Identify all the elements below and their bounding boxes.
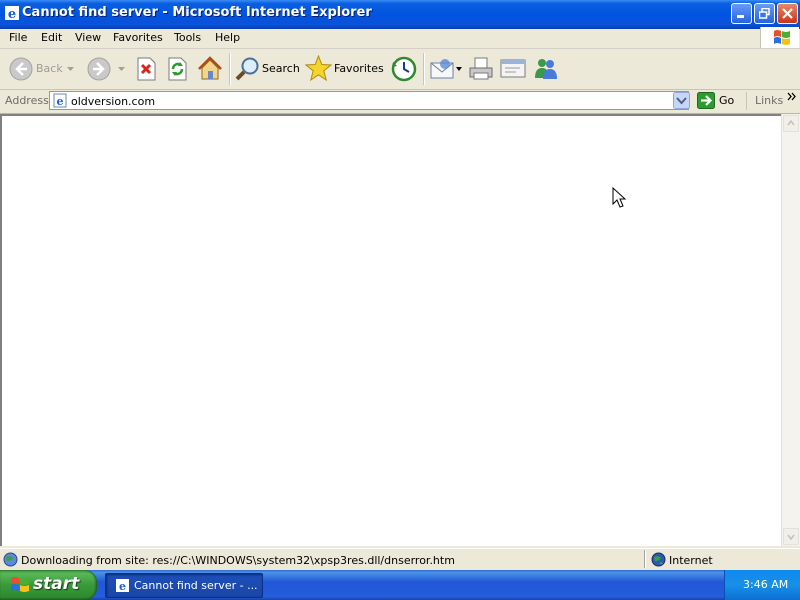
vertical-scrollbar[interactable] [781, 114, 800, 546]
scroll-down-icon [787, 534, 795, 541]
scroll-down-button[interactable] [783, 528, 799, 545]
toolbar: Back Search Favorites [0, 49, 800, 90]
internet-zone-globe-icon [651, 552, 666, 567]
scroll-up-icon [787, 119, 795, 126]
mail-icon[interactable] [430, 58, 455, 80]
svg-text:e: e [119, 580, 126, 593]
svg-text:e: e [57, 95, 64, 108]
scroll-up-button[interactable] [783, 115, 799, 132]
toolbar-separator [229, 53, 231, 85]
menu-view[interactable]: View [75, 31, 101, 44]
ie-taskbar-icon: e [116, 579, 129, 593]
address-value: oldversion.com [71, 95, 156, 108]
windows-logo-icon [11, 577, 29, 592]
links-button[interactable]: Links [755, 94, 783, 107]
search-icon[interactable] [235, 56, 261, 82]
address-label: Address [5, 94, 49, 107]
title-bar[interactable]: e Cannot find server - Microsoft Interne… [0, 0, 800, 29]
windows-logo [760, 27, 799, 48]
forward-arrow-icon[interactable] [87, 57, 111, 81]
close-button[interactable] [777, 3, 798, 24]
go-arrow-icon[interactable] [697, 92, 715, 109]
page-content[interactable] [0, 114, 781, 546]
clock[interactable]: 3:46 AM [743, 578, 788, 591]
security-zone-label: Internet [669, 554, 713, 567]
menu-bar: File Edit View Favorites Tools Help [0, 29, 800, 49]
back-arrow-icon[interactable] [9, 57, 33, 81]
menu-favorites[interactable]: Favorites [113, 31, 163, 44]
window-title: Cannot find server - Microsoft Internet … [22, 5, 372, 20]
address-bar: Address e oldversion.com Go Links [0, 90, 800, 114]
home-icon[interactable] [197, 56, 223, 81]
mouse-cursor-icon [612, 187, 626, 208]
messenger-icon[interactable] [533, 56, 559, 81]
favorites-button[interactable]: Favorites [334, 62, 384, 75]
svg-text:e: e [8, 7, 16, 21]
stop-icon[interactable] [136, 57, 157, 81]
refresh-icon[interactable] [167, 57, 188, 81]
close-icon [782, 8, 793, 19]
windows-flag-icon [774, 30, 790, 45]
restore-icon [759, 8, 770, 19]
loading-globe-icon [3, 552, 18, 567]
page-icon: e [53, 93, 67, 108]
mail-dropdown-icon[interactable] [456, 67, 462, 71]
menu-help[interactable]: Help [215, 31, 240, 44]
go-button[interactable]: Go [719, 94, 734, 107]
history-icon[interactable] [391, 56, 417, 82]
menu-file[interactable]: File [9, 31, 27, 44]
back-button[interactable]: Back [36, 62, 63, 75]
taskbar-item-ie[interactable]: e Cannot find server - ... [105, 573, 263, 598]
forward-dropdown-icon[interactable] [118, 67, 125, 71]
status-separator [644, 550, 646, 568]
toolbar-separator [423, 53, 425, 85]
address-dropdown-icon[interactable] [673, 92, 690, 109]
taskbar-item-label: Cannot find server - ... [134, 579, 258, 592]
back-dropdown-icon[interactable] [67, 67, 74, 71]
minimize-icon [737, 15, 744, 18]
favorites-star-icon[interactable] [305, 55, 332, 82]
minimize-button[interactable] [731, 3, 752, 24]
status-text: Downloading from site: res://C:\WINDOWS\… [21, 554, 455, 567]
chevron-right-icon[interactable] [787, 92, 797, 101]
restore-button[interactable] [754, 3, 775, 24]
start-label: start [33, 574, 80, 594]
search-button[interactable]: Search [262, 62, 300, 75]
print-icon[interactable] [468, 56, 494, 81]
edit-icon[interactable] [500, 57, 526, 79]
links-separator [746, 92, 747, 110]
start-button[interactable]: start [0, 570, 97, 600]
status-bar: Downloading from site: res://C:\WINDOWS\… [0, 548, 800, 571]
ie-icon: e [5, 6, 19, 21]
menu-edit[interactable]: Edit [41, 31, 62, 44]
address-input[interactable]: e oldversion.com [49, 91, 689, 110]
menu-tools[interactable]: Tools [174, 31, 201, 44]
